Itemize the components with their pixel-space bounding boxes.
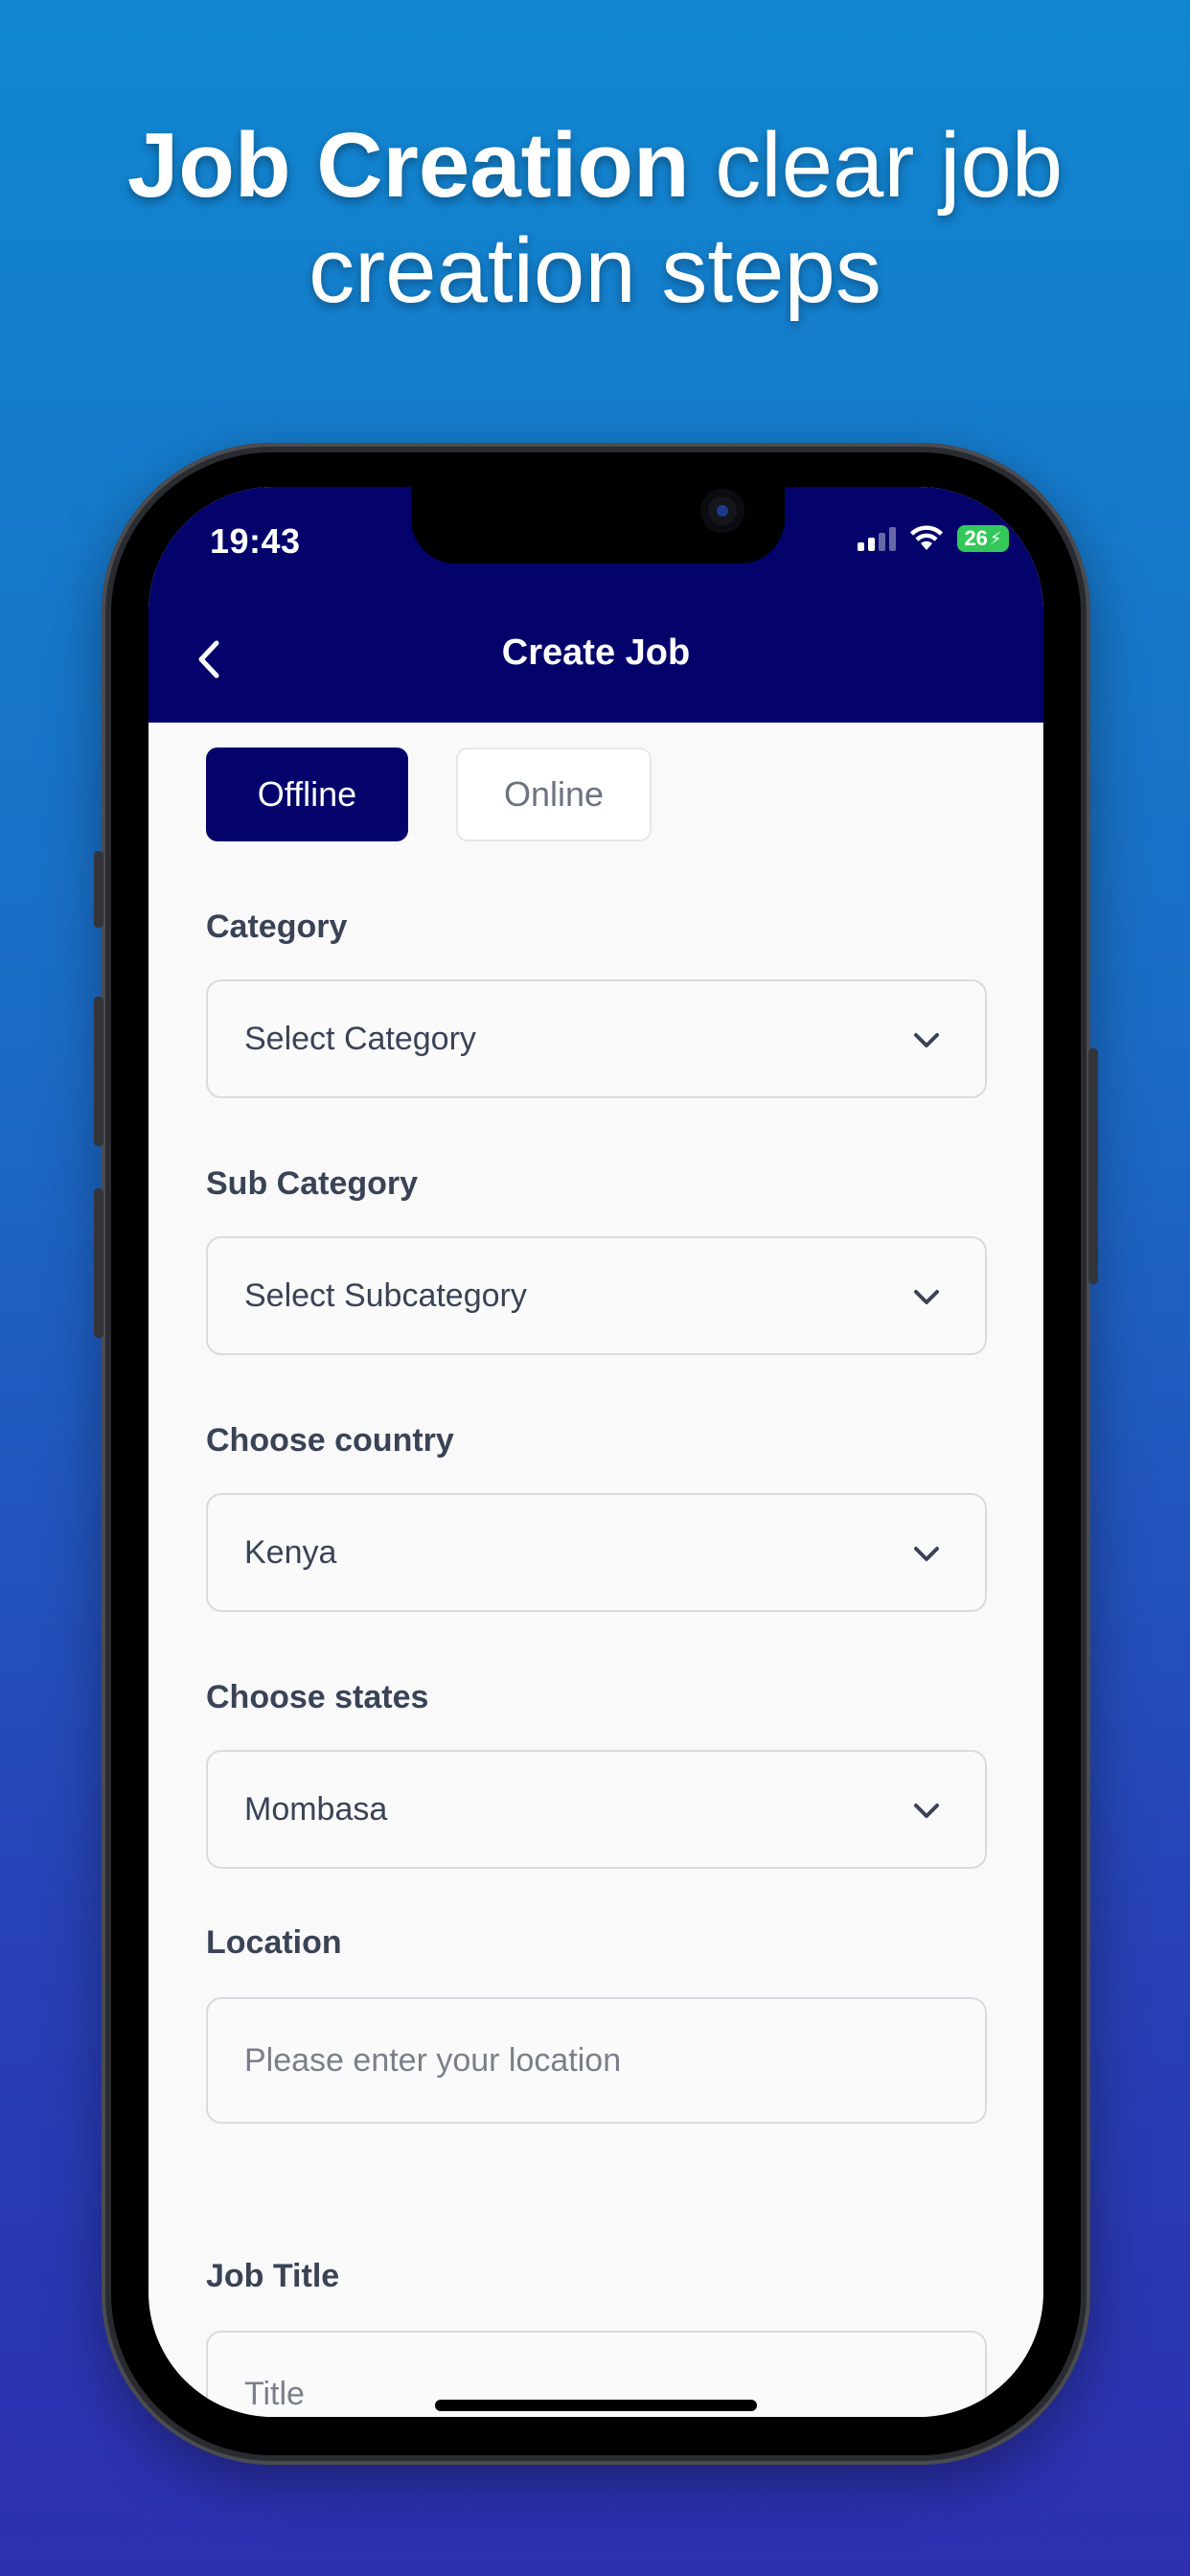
side-button-volume-down [94,1188,103,1338]
side-button-mute [94,851,103,928]
status-indicators: 26 ⚡ [858,525,1009,552]
home-indicator [435,2400,757,2411]
page-title: Create Job [501,632,691,673]
job-title-placeholder: Title [244,2376,305,2412]
chevron-down-icon [914,1033,939,1047]
battery-level: 26 [964,526,988,550]
wifi-icon [910,525,943,550]
offline-toggle-button[interactable]: Offline [206,748,408,841]
country-label: Choose country [206,1422,454,1459]
cellular-signal-icon [858,526,896,551]
headline-bold: Job Creation [126,114,690,217]
notch [411,487,785,564]
status-time: 19:43 [210,521,301,561]
location-label: Location [206,1924,342,1961]
job-title-label: Job Title [206,2258,340,2294]
online-toggle-button[interactable]: Online [456,748,652,841]
state-select[interactable]: Mombasa [206,1750,987,1869]
subcategory-select[interactable]: Select Subcategory [206,1236,987,1355]
category-select[interactable]: Select Category [206,979,987,1098]
headline: Job Creation clear job creation steps [0,113,1190,324]
location-input[interactable]: Please enter your location [206,1997,987,2124]
state-value: Mombasa [244,1791,388,1828]
category-label: Category [206,908,348,945]
country-value: Kenya [244,1534,337,1571]
subcategory-label: Sub Category [206,1165,419,1202]
app-header: 19:43 26 ⚡ Create Job [149,487,1043,723]
battery-icon: 26 ⚡ [957,525,1009,552]
chevron-down-icon [914,1290,939,1304]
camera-icon [700,489,744,533]
state-label: Choose states [206,1679,429,1715]
side-button-power [1088,1048,1098,1284]
chevron-down-icon [914,1547,939,1561]
phone-screen: 19:43 26 ⚡ Create Job Offline Online Cat… [149,487,1043,2417]
chevron-down-icon [914,1804,939,1818]
subcategory-value: Select Subcategory [244,1277,527,1314]
country-select[interactable]: Kenya [206,1493,987,1612]
location-placeholder: Please enter your location [244,2042,622,2079]
side-button-volume-up [94,997,103,1146]
category-value: Select Category [244,1021,476,1057]
